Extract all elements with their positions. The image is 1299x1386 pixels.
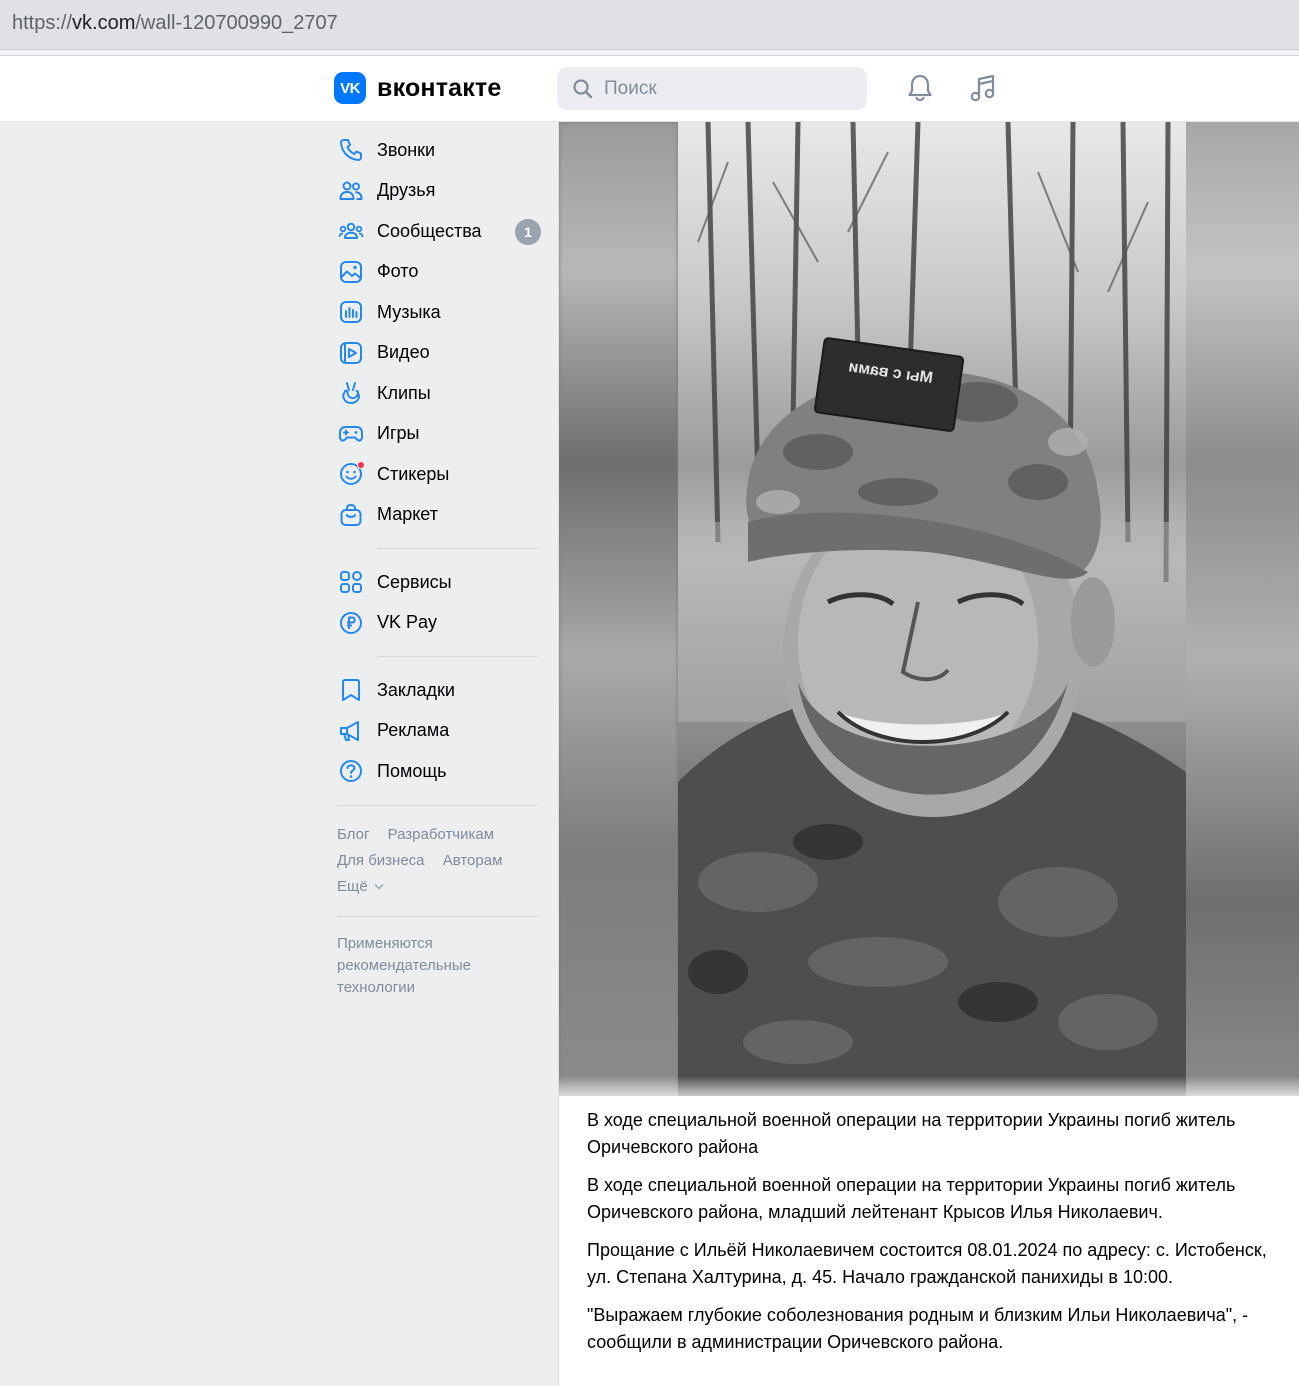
sidebar-item-clips[interactable]: Клипы: [334, 373, 544, 414]
sidebar-item-label: Сервисы: [377, 571, 452, 592]
footer-link-business[interactable]: Для бизнеса: [337, 852, 425, 869]
phone-icon: [337, 136, 365, 164]
sidebar-item-label: Игры: [377, 423, 420, 444]
vk-header: VK вконтакте: [0, 56, 1299, 122]
sidebar-item-label: VK Pay: [377, 612, 438, 633]
footer-more-button[interactable]: Ещё: [337, 874, 384, 900]
clips-icon: [337, 379, 365, 407]
sidebar-item-label: Маркет: [377, 504, 438, 525]
market-bag-icon: [337, 501, 365, 529]
video-icon: [337, 339, 365, 367]
help-icon: [337, 757, 365, 785]
vk-logo-text: вконтакте: [377, 73, 502, 102]
search-icon: [573, 78, 593, 98]
footer-links: Блог Разработчикам Для бизнеса Авторам Е…: [337, 822, 544, 900]
music-note-icon: [970, 74, 995, 102]
sidebar-item-label: Закладки: [377, 679, 455, 700]
services-grid-icon: [337, 568, 365, 596]
chevron-down-icon: [374, 883, 383, 889]
sidebar-item-ads[interactable]: Реклама: [334, 711, 544, 752]
recommendation-tech-note[interactable]: Применяются рекомендательные технологии: [337, 933, 544, 999]
search-input[interactable]: [604, 77, 854, 100]
notifications-button[interactable]: [904, 72, 936, 104]
sidebar-divider: [337, 804, 538, 806]
bookmark-icon: [337, 676, 365, 704]
megaphone-icon: [337, 717, 365, 745]
sidebar-item-label: Реклама: [377, 720, 450, 741]
ruble-icon: [337, 609, 365, 637]
sidebar-item-stickers[interactable]: Стикеры: [334, 454, 544, 495]
sidebar-item-games[interactable]: Игры: [334, 414, 544, 455]
photo-blurred-backdrop-left: [559, 122, 678, 1096]
sidebar-divider: [377, 656, 538, 657]
friends-icon: [337, 177, 365, 205]
footer-link-developers[interactable]: Разработчикам: [388, 826, 494, 843]
footer-link-authors[interactable]: Авторам: [443, 852, 503, 869]
sidebar-item-services[interactable]: Сервисы: [334, 562, 544, 603]
sidebar-item-vkpay[interactable]: VK Pay: [334, 603, 544, 644]
sidebar-item-calls[interactable]: Звонки: [334, 130, 544, 171]
post-paragraph: В ходе специальной военной операции на т…: [587, 1110, 1236, 1157]
sidebar-item-bookmarks[interactable]: Закладки: [334, 670, 544, 711]
post-photo[interactable]: Мы с вами: [678, 122, 1186, 1096]
footer-link-blog[interactable]: Блог: [337, 826, 369, 843]
reco-line: рекомендательные: [337, 956, 471, 974]
browser-url-bar[interactable]: https://vk.com/wall-120700990_2707: [0, 0, 1299, 50]
sidebar-item-label: Сообщества: [377, 220, 482, 241]
sidebar-divider: [337, 915, 538, 917]
url-text[interactable]: https://vk.com/wall-120700990_2707: [12, 12, 338, 35]
communities-icon: [337, 217, 365, 245]
sidebar-item-label: Видео: [377, 342, 430, 363]
url-scheme: https://: [12, 12, 73, 34]
url-domain: vk.com: [72, 12, 136, 34]
gamepad-icon: [337, 420, 365, 448]
photo-blurred-backdrop-right: [1185, 122, 1299, 1096]
music-icon: [337, 298, 365, 326]
left-sidebar: Звонки Друзья Сообщества 1 Фото Музыка В…: [334, 130, 544, 999]
photo-icon: [337, 258, 365, 286]
vk-logo-badge: VK: [334, 72, 366, 104]
smile-icon: [337, 460, 365, 488]
communities-count-badge: 1: [515, 219, 541, 245]
sidebar-item-label: Стикеры: [377, 463, 450, 484]
reco-line: Применяются: [337, 934, 433, 952]
portrait-illustration: Мы с вами: [678, 122, 1186, 1096]
photo-bottom-fade: [559, 1076, 1299, 1096]
post-text: В ходе специальной военной операции на т…: [587, 1107, 1287, 1367]
sidebar-item-photos[interactable]: Фото: [334, 252, 544, 293]
reco-line: технологии: [337, 978, 416, 996]
sidebar-item-label: Друзья: [377, 180, 436, 201]
sidebar-item-music[interactable]: Музыка: [334, 292, 544, 333]
sidebar-item-communities[interactable]: Сообщества 1: [334, 211, 544, 252]
post-paragraph: В ходе специальной военной операции на т…: [587, 1175, 1236, 1222]
vk-logo[interactable]: VK вконтакте: [334, 72, 502, 104]
post-card: Мы с вами В ходе специальной военной опе…: [558, 122, 1299, 1386]
sidebar-divider: [377, 548, 538, 549]
sidebar-item-label: Клипы: [377, 382, 431, 403]
search-box[interactable]: [557, 67, 867, 110]
post-photo-container[interactable]: Мы с вами: [559, 122, 1299, 1096]
sidebar-item-market[interactable]: Маркет: [334, 495, 544, 536]
music-player-button[interactable]: [967, 72, 999, 104]
sidebar-item-label: Музыка: [377, 301, 441, 322]
footer-more-label: Ещё: [337, 877, 368, 895]
sidebar-item-help[interactable]: Помощь: [334, 751, 544, 792]
bell-icon: [908, 74, 932, 101]
post-paragraph: Прощание с Ильёй Николаевичем состоится …: [587, 1240, 1267, 1287]
sidebar-item-label: Звонки: [377, 139, 436, 160]
sidebar-item-label: Фото: [377, 261, 419, 282]
sidebar-item-label: Помощь: [377, 760, 447, 781]
post-paragraph: "Выражаем глубокие соболезнования родным…: [587, 1305, 1249, 1352]
url-path: /wall-120700990_2707: [135, 12, 338, 34]
sidebar-item-friends[interactable]: Друзья: [334, 171, 544, 212]
sidebar-item-video[interactable]: Видео: [334, 333, 544, 374]
